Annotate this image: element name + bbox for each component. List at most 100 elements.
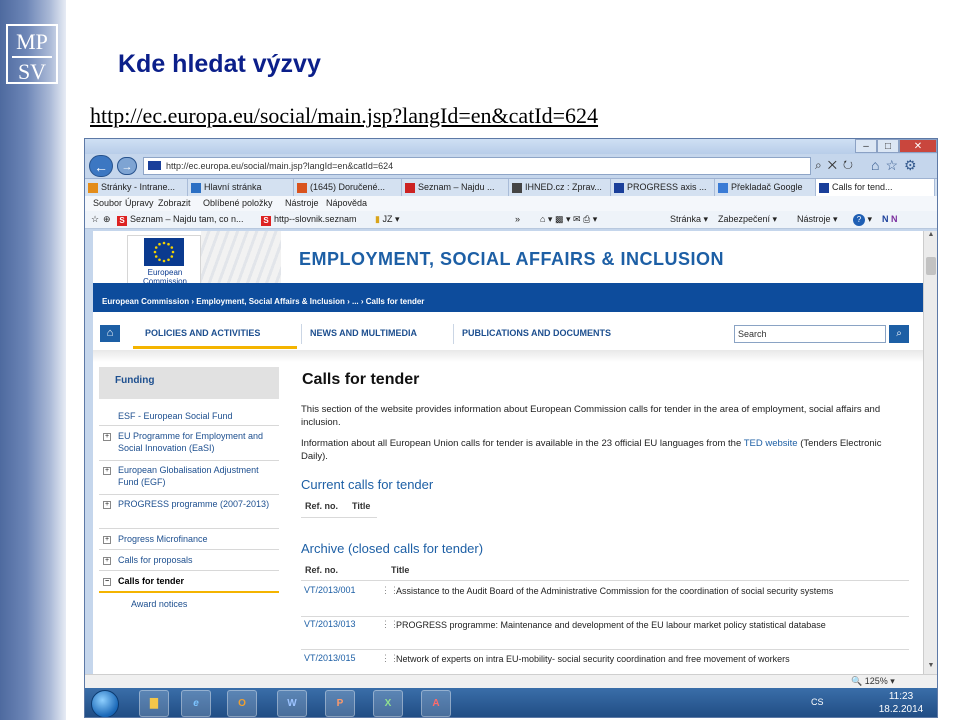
sidebar-heading[interactable]: Funding (99, 367, 279, 399)
browser-tab[interactable]: Hlavní stránka (188, 179, 294, 197)
breadcrumb[interactable]: European Commission › Employment, Social… (93, 293, 923, 312)
collapse-icon[interactable]: − (103, 578, 111, 586)
menu-tools[interactable]: Nástroje (285, 196, 319, 210)
command-page[interactable]: Stránka ▾ (670, 211, 708, 228)
slide-url-link[interactable]: http://ec.europa.eu/social/main.jsp?lang… (90, 103, 598, 129)
sidebar-item-calls-for-tender[interactable]: − Calls for tender (99, 575, 279, 593)
internet-explorer-icon[interactable]: e (181, 690, 211, 717)
favorites-add-icon[interactable]: ⊕ (103, 211, 111, 228)
scroll-up-arrow-icon[interactable]: ▲ (924, 231, 937, 243)
favorites-star-icon[interactable]: ☆ (91, 211, 99, 228)
scroll-down-arrow-icon[interactable]: ▼ (924, 662, 937, 674)
column-title: Title (391, 565, 410, 575)
table-row: VT/2013/015 ⋮⋮ Network of experts on int… (301, 653, 909, 673)
forward-button[interactable]: → (117, 157, 137, 175)
home-favorites-settings-icons[interactable]: ⌂☆⚙ (871, 157, 923, 174)
seznam-icon: S (261, 216, 271, 226)
sidebar-item-easi[interactable]: + EU Programme for Employment and Social … (99, 430, 279, 461)
browser-tab[interactable]: PROGRESS axis ... (611, 179, 715, 197)
expand-icon[interactable]: + (103, 557, 111, 565)
favorites-bar: ☆ ⊕ S Seznam – Najdu tam, co n... Shttp--… (85, 211, 937, 229)
nav-active-indicator (133, 346, 297, 349)
help-icon[interactable]: ? ▾ (853, 211, 872, 228)
search-icon[interactable]: ⌕ (889, 325, 909, 343)
browser-tab[interactable]: Seznam – Najdu ... (402, 179, 509, 197)
sidebar-item-esf[interactable]: ESF - European Social Fund (99, 410, 279, 426)
outlook-icon[interactable]: O (227, 690, 257, 717)
expand-icon[interactable]: + (103, 501, 111, 509)
command-icons[interactable]: ⌂ ▾ ▩ ▾ ✉ ⎙ ▾ (540, 211, 597, 228)
explorer-icon[interactable]: ▇ (139, 690, 169, 717)
vertical-scrollbar[interactable]: ▲ ▼ (923, 231, 937, 674)
minimize-button[interactable]: – (855, 139, 877, 153)
expand-icon[interactable]: + (103, 536, 111, 544)
excel-icon[interactable]: X (373, 690, 403, 717)
status-bar: 🔍 125% ▾ (85, 674, 937, 688)
menu-help[interactable]: Nápověda (326, 196, 367, 210)
address-text: http://ec.europa.eu/social/main.jsp?lang… (166, 161, 394, 171)
tab-label: PROGRESS axis ... (627, 182, 707, 192)
sidebar-item-calls-for-proposals[interactable]: + Calls for proposals (99, 554, 279, 571)
row-title: Network of experts on intra EU-mobility-… (396, 654, 790, 664)
browser-tab[interactable]: Stránky - Intrane... (85, 179, 188, 197)
search-refresh-icons[interactable]: ⌕✕↻ (815, 158, 859, 173)
clock[interactable]: 11:23 18.2.2014 (875, 690, 927, 716)
favorite-slovnik[interactable]: Shttp--slovnik.seznam (261, 211, 357, 228)
maximize-button[interactable]: □ (877, 139, 899, 153)
sidebar-item-progress[interactable]: + PROGRESS programme (2007-2013) (99, 498, 279, 529)
browser-tab[interactable]: Překladač Google (715, 179, 816, 197)
acrobat-icon[interactable]: A (421, 690, 451, 717)
browser-tab[interactable]: Calls for tend... (816, 179, 935, 197)
address-bar[interactable]: http://ec.europa.eu/social/main.jsp?lang… (143, 157, 811, 175)
chevron-more-icon[interactable]: » (515, 211, 520, 228)
expand-icon[interactable]: + (103, 467, 111, 475)
close-button[interactable]: ✕ (899, 139, 937, 153)
zoom-level[interactable]: 🔍 125% ▾ (851, 675, 895, 688)
home-icon[interactable]: ⌂ (100, 325, 120, 342)
word-icon[interactable]: W (277, 690, 307, 717)
menu-file[interactable]: Soubor (93, 196, 122, 210)
menu-edit[interactable]: Úpravy (125, 196, 154, 210)
site-title: EMPLOYMENT, SOCIAL AFFAIRS & INCLUSION (299, 249, 725, 269)
page-viewport: European Commission EMPLOYMENT, SOCIAL A… (93, 231, 923, 674)
row-ref-link[interactable]: VT/2013/001 (304, 585, 356, 595)
favorite-jz-folder[interactable]: ▮ JZ ▾ (375, 211, 400, 228)
ted-info-text: Information about all European Union cal… (301, 438, 882, 462)
menu-view[interactable]: Zobrazit (158, 196, 191, 210)
tab-favicon-icon (819, 183, 829, 193)
current-calls-heading: Current calls for tender (301, 477, 434, 492)
command-tools[interactable]: Nástroje ▾ (797, 211, 838, 228)
back-button[interactable]: ← (89, 155, 113, 177)
addon-icons[interactable]: N N (882, 211, 898, 228)
menu-favorites[interactable]: Oblíbené položky (203, 196, 273, 210)
favorite-seznam[interactable]: S Seznam – Najdu tam, co n... (117, 211, 244, 228)
tab-label: IHNED.cz : Zprav... (525, 182, 602, 192)
browser-tab[interactable]: (1645) Doručené... (294, 179, 402, 197)
divider (301, 580, 909, 581)
nav-news-and-multimedia[interactable]: NEWS AND MULTIMEDIA (310, 328, 417, 338)
tab-bar: Stránky - Intrane... Hlavní stránka (1645)… (85, 178, 937, 197)
language-indicator[interactable]: CS (811, 697, 824, 707)
row-ref-link[interactable]: VT/2013/013 (304, 619, 356, 629)
sidebar-item-progress-microfinance[interactable]: + Progress Microfinance (99, 533, 279, 550)
column-title: Title (352, 501, 371, 511)
search-input[interactable]: Search (734, 325, 886, 343)
sidebar-item-egf[interactable]: + European Globalisation Adjustment Fund … (99, 464, 279, 495)
divider (301, 616, 909, 617)
tab-favicon-icon (405, 183, 415, 193)
nav-policies-and-activities[interactable]: POLICIES AND ACTIVITIES (145, 328, 260, 338)
command-security[interactable]: Zabezpečení ▾ (718, 211, 777, 228)
address-row: ← → http://ec.europa.eu/social/main.jsp?… (85, 154, 937, 178)
start-button[interactable] (91, 690, 119, 717)
mpsv-logo: MP SV (6, 24, 58, 84)
expand-icon[interactable]: + (103, 433, 111, 441)
nav-publications-and-documents[interactable]: PUBLICATIONS AND DOCUMENTS (462, 328, 611, 338)
powerpoint-icon[interactable]: P (325, 690, 355, 717)
ec-header: European Commission EMPLOYMENT, SOCIAL A… (93, 231, 923, 293)
tab-favicon-icon (191, 183, 201, 193)
browser-tab[interactable]: IHNED.cz : Zprav... (509, 179, 611, 197)
scroll-thumb[interactable] (926, 257, 936, 275)
row-ref-link[interactable]: VT/2013/015 (304, 653, 356, 663)
sidebar-subitem-award-notices[interactable]: Award notices (99, 599, 279, 609)
ted-website-link[interactable]: TED website (744, 438, 798, 449)
